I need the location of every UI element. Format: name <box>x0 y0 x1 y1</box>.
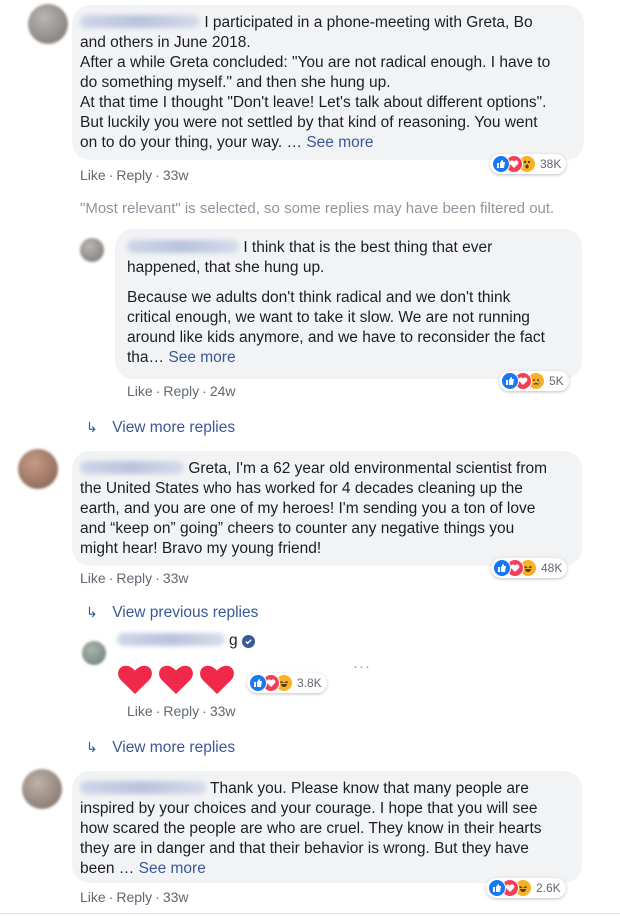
comment-actions: Like · Reply · 33w <box>80 570 189 586</box>
reply-link[interactable]: Reply <box>163 383 199 399</box>
comment-text: Thank you. Please know that many people … <box>80 780 542 877</box>
timestamp[interactable]: 33w <box>163 167 189 183</box>
heart-icon <box>200 665 234 695</box>
commenter-name[interactable] <box>127 240 239 253</box>
avatar[interactable] <box>18 449 58 489</box>
like-link[interactable]: Like <box>127 383 153 399</box>
view-previous-replies-link[interactable]: ↳ View previous replies <box>86 604 258 622</box>
reply-link[interactable]: Reply <box>116 889 152 905</box>
avatar[interactable] <box>22 769 62 809</box>
commenter-name-row: g <box>117 632 255 650</box>
reaction-summary[interactable]: 38K <box>490 154 567 174</box>
see-more-link[interactable]: See more <box>306 134 373 151</box>
view-more-replies-link[interactable]: ↳ View more replies <box>86 739 235 757</box>
like-icon <box>492 155 510 173</box>
comment-text: I think that is the best thing that ever… <box>127 239 545 366</box>
reply-arrow-icon: ↳ <box>86 604 98 620</box>
avatar[interactable] <box>28 4 68 44</box>
commenter-name[interactable] <box>80 461 184 474</box>
reaction-count: 38K <box>540 157 562 171</box>
reply-arrow-icon: ↳ <box>86 739 98 755</box>
comment-actions: Like · Reply · 24w <box>127 383 236 399</box>
heart-icon <box>118 665 152 695</box>
reaction-count: 2.6K <box>536 881 561 895</box>
reaction-summary[interactable]: 48K <box>491 558 568 578</box>
reply-link[interactable]: Reply <box>116 570 152 586</box>
like-link[interactable]: Like <box>80 570 106 586</box>
commenter-name[interactable] <box>80 781 206 794</box>
commenter-name[interactable] <box>80 15 200 28</box>
reply-link[interactable]: Reply <box>163 703 199 719</box>
verified-badge-icon <box>241 635 255 648</box>
commenter-name[interactable] <box>117 633 225 646</box>
comment-text: I participated in a phone-meeting with G… <box>80 14 551 151</box>
view-more-replies-link[interactable]: ↳ View more replies <box>86 419 235 437</box>
comment-actions: Like · Reply · 33w <box>127 703 236 719</box>
comment-actions: Like · Reply · 33w <box>80 889 189 905</box>
timestamp[interactable]: 33w <box>163 570 189 586</box>
filter-note: "Most relevant" is selected, so some rep… <box>80 200 555 217</box>
more-options-icon[interactable]: ··· <box>353 658 371 675</box>
reaction-summary[interactable]: 5K <box>499 371 569 391</box>
reaction-count: 3.8K <box>297 676 322 690</box>
like-icon <box>488 879 506 897</box>
reaction-summary[interactable]: 3.8K <box>247 673 327 693</box>
like-icon <box>493 559 511 577</box>
like-link[interactable]: Like <box>127 703 153 719</box>
see-more-link[interactable]: See more <box>139 860 206 877</box>
reaction-count: 5K <box>549 374 564 388</box>
bottom-divider <box>0 913 620 914</box>
comment-actions: Like · Reply · 33w <box>80 167 189 183</box>
timestamp[interactable]: 33w <box>210 703 236 719</box>
heart-emoji-row <box>116 660 236 698</box>
see-more-link[interactable]: See more <box>168 349 235 366</box>
reaction-summary[interactable]: 2.6K <box>486 878 566 898</box>
like-link[interactable]: Like <box>80 167 106 183</box>
timestamp[interactable]: 33w <box>163 889 189 905</box>
like-icon <box>249 674 267 692</box>
reply-link[interactable]: Reply <box>116 167 152 183</box>
like-link[interactable]: Like <box>80 889 106 905</box>
reaction-count: 48K <box>541 561 563 575</box>
like-icon <box>501 372 519 390</box>
avatar[interactable] <box>82 641 106 665</box>
comment-text: Greta, I'm a 62 year old environmental s… <box>80 460 548 557</box>
reply-arrow-icon: ↳ <box>86 419 98 435</box>
timestamp[interactable]: 24w <box>210 383 236 399</box>
heart-icon <box>159 665 193 695</box>
avatar[interactable] <box>80 238 104 262</box>
